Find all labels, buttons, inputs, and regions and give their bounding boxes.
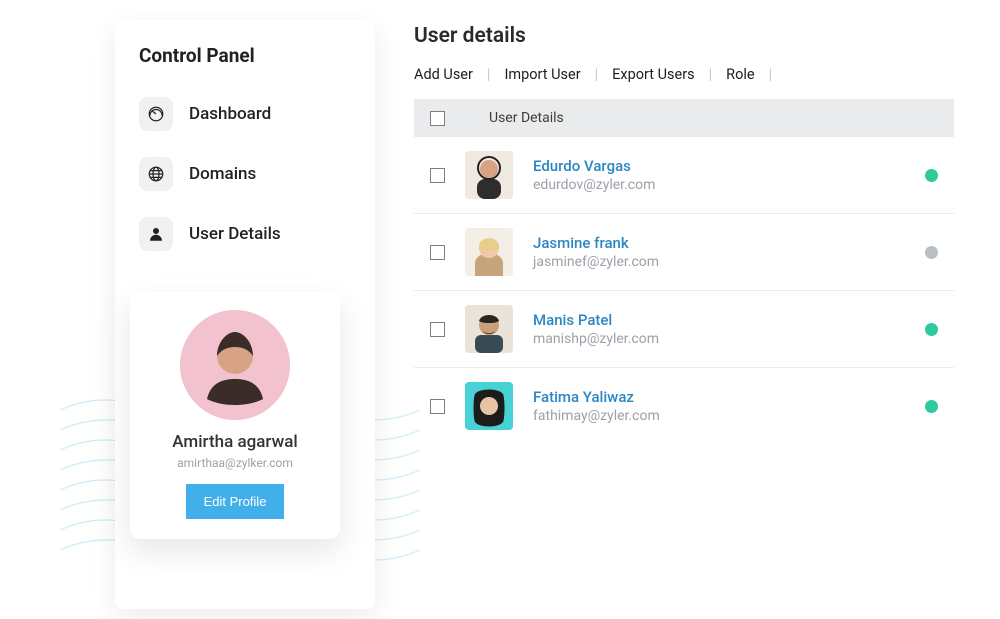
- table-row[interactable]: Manis Patel manishp@zyler.com: [414, 291, 954, 368]
- user-email: jasminef@zyler.com: [533, 254, 905, 270]
- action-export-users[interactable]: Export Users: [612, 66, 694, 83]
- edit-profile-button[interactable]: Edit Profile: [186, 484, 285, 519]
- user-icon: [139, 217, 173, 251]
- status-dot: [925, 400, 938, 413]
- page-title: User details: [414, 24, 954, 48]
- user-email: fathimay@zyler.com: [533, 408, 905, 424]
- sidebar-item-label: Dashboard: [189, 104, 271, 124]
- sidebar-item-label: Domains: [189, 164, 256, 184]
- sidebar-item-domains[interactable]: Domains: [139, 149, 355, 199]
- gauge-icon: [139, 97, 173, 131]
- table-row[interactable]: Edurdo Vargas edurdov@zyler.com: [414, 137, 954, 214]
- profile-card: Amirtha agarwal amirthaa@zylker.com Edit…: [130, 292, 340, 539]
- action-role[interactable]: Role: [726, 66, 754, 83]
- globe-icon: [139, 157, 173, 191]
- status-dot: [925, 323, 938, 336]
- sidebar-item-dashboard[interactable]: Dashboard: [139, 89, 355, 139]
- avatar: [465, 305, 513, 353]
- action-bar: Add User| Import User| Export Users| Rol…: [414, 66, 954, 83]
- sidebar-item-label: User Details: [189, 224, 281, 244]
- table-header-row: User Details: [414, 99, 954, 137]
- row-checkbox[interactable]: [430, 245, 445, 260]
- action-add-user[interactable]: Add User: [414, 66, 473, 83]
- avatar: [465, 382, 513, 430]
- user-name[interactable]: Manis Patel: [533, 311, 905, 329]
- row-checkbox[interactable]: [430, 399, 445, 414]
- avatar: [465, 228, 513, 276]
- profile-name: Amirtha agarwal: [146, 432, 324, 452]
- user-email: manishp@zyler.com: [533, 331, 905, 347]
- row-checkbox[interactable]: [430, 322, 445, 337]
- user-name[interactable]: Jasmine frank: [533, 234, 905, 252]
- select-all-checkbox[interactable]: [430, 111, 445, 126]
- profile-email: amirthaa@zylker.com: [146, 456, 324, 470]
- table-row[interactable]: Jasmine frank jasminef@zyler.com: [414, 214, 954, 291]
- row-checkbox[interactable]: [430, 168, 445, 183]
- status-dot: [925, 169, 938, 182]
- user-email: edurdov@zyler.com: [533, 177, 905, 193]
- table-row[interactable]: Fatima Yaliwaz fathimay@zyler.com: [414, 368, 954, 444]
- user-name[interactable]: Fatima Yaliwaz: [533, 388, 905, 406]
- status-dot: [925, 246, 938, 259]
- sidebar-item-user-details[interactable]: User Details: [139, 209, 355, 259]
- user-name[interactable]: Edurdo Vargas: [533, 157, 905, 175]
- sidebar-title: Control Panel: [139, 44, 355, 67]
- action-import-user[interactable]: Import User: [504, 66, 580, 83]
- table-header-label: User Details: [489, 110, 564, 126]
- avatar: [465, 151, 513, 199]
- avatar: [180, 310, 290, 420]
- main-panel: User details Add User| Import User| Expo…: [414, 24, 954, 444]
